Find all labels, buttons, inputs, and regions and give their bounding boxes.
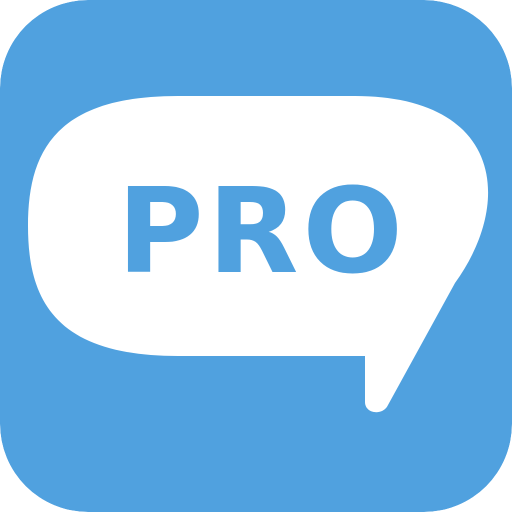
speech-bubble-icon: PRO	[0, 0, 512, 512]
app-icon[interactable]: PRO	[0, 0, 512, 512]
pro-label: PRO	[117, 162, 407, 300]
